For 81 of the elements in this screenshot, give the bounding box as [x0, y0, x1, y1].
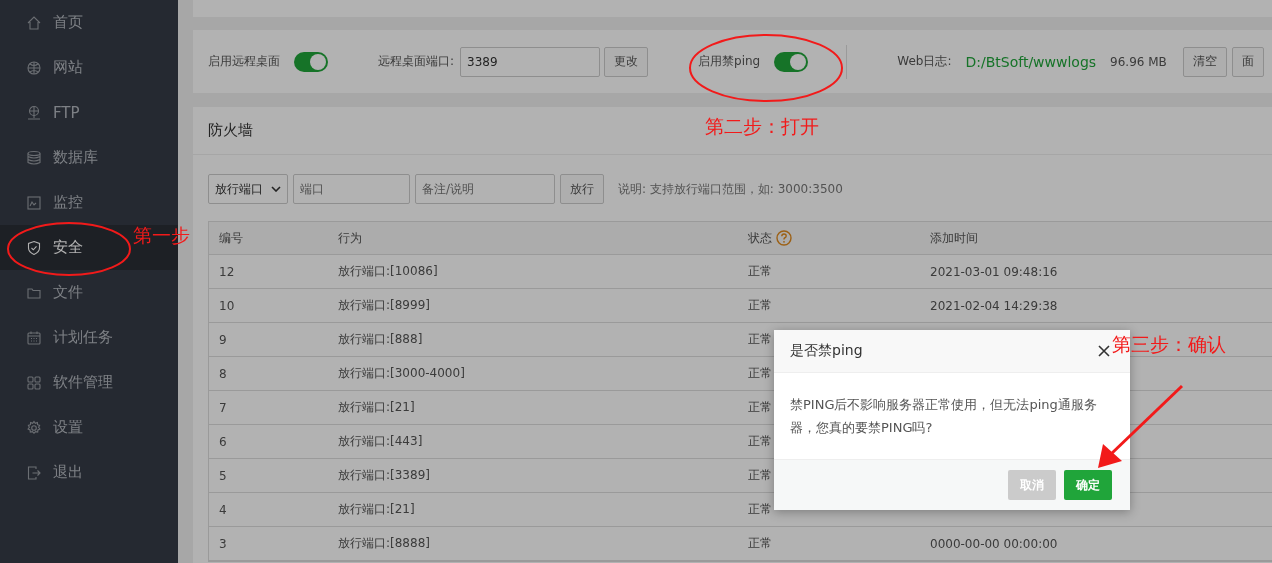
- table-cell: 放行端口:[10086]: [338, 263, 438, 280]
- column-header: 行为: [338, 229, 362, 247]
- change-button[interactable]: 更改: [604, 46, 649, 77]
- hint-text: 说明: 支持放行端口范围，如: 3000:3500: [618, 180, 843, 198]
- table-cell: 正常: [748, 365, 772, 382]
- sidebar-item[interactable]: 文件: [26, 277, 83, 308]
- close-icon[interactable]: [1098, 345, 1110, 357]
- annotation-text: 第二步：打开: [705, 114, 819, 139]
- table-cell: 10: [219, 298, 235, 313]
- database-icon: [26, 149, 42, 166]
- table-cell: 3: [219, 536, 227, 551]
- table-cell: 正常: [748, 297, 772, 314]
- sidebar-item[interactable]: 首页: [26, 7, 83, 38]
- table-cell: 7: [219, 400, 227, 415]
- table-cell: 正常: [748, 263, 772, 280]
- table-cell: 正常: [748, 535, 772, 552]
- table-cell: 放行端口:[888]: [338, 331, 423, 348]
- sidebar-item[interactable]: 计划任务: [26, 322, 113, 353]
- setting-label: Web日志:: [897, 53, 952, 70]
- help-icon[interactable]: [776, 230, 792, 246]
- sidebar-item[interactable]: 数据库: [26, 142, 98, 173]
- setting-label: 远程桌面端口:: [378, 53, 455, 70]
- table-cell: 正常: [748, 501, 772, 518]
- setting-label: 启用禁ping: [698, 53, 761, 70]
- table-cell: 2021-03-01 09:48:16: [930, 264, 1058, 279]
- caret-icon: [271, 186, 281, 192]
- table-cell: 6: [219, 434, 227, 449]
- calendar-icon: [26, 329, 42, 346]
- dialog-title: 是否禁ping: [790, 342, 863, 360]
- table-cell: 8: [219, 366, 227, 381]
- log-path: D:/BtSoft/wwwlogs: [965, 53, 1097, 70]
- sidebar-item[interactable]: 监控: [26, 187, 83, 218]
- log-button[interactable]: 清空: [1182, 46, 1227, 77]
- table-cell: 放行端口:[21]: [338, 399, 415, 416]
- settings-icon: [26, 419, 42, 436]
- table-cell: 放行端口:[8888]: [338, 535, 430, 552]
- toggle-switch[interactable]: [294, 51, 328, 72]
- panel-title: 防火墙: [208, 121, 253, 140]
- table-cell: 放行端口:[443]: [338, 433, 423, 450]
- home-icon: [26, 14, 42, 31]
- log-button[interactable]: 面: [1231, 46, 1264, 77]
- table-cell: 正常: [748, 331, 772, 348]
- column-header: 状态: [748, 229, 772, 247]
- toggle-switch[interactable]: [774, 51, 809, 72]
- table-cell: 正常: [748, 399, 772, 416]
- sidebar-item[interactable]: 软件管理: [26, 367, 113, 398]
- log-size: 96.96 MB: [1110, 54, 1167, 69]
- allow-button[interactable]: 放行: [560, 174, 604, 204]
- table-cell: 放行端口:[3389]: [338, 467, 430, 484]
- sidebar-item[interactable]: 设置: [26, 412, 83, 443]
- port-field[interactable]: 端口: [293, 174, 410, 204]
- table-cell: 放行端口:[3000-4000]: [338, 365, 465, 382]
- type-select[interactable]: 放行端口: [208, 174, 288, 204]
- table-cell: 4: [219, 502, 227, 517]
- table-cell: 正常: [748, 433, 772, 450]
- shield-icon: [26, 239, 42, 256]
- logout-icon: [26, 464, 42, 481]
- sidebar-item[interactable]: 网站: [26, 52, 83, 83]
- table-cell: 2021-02-04 14:29:38: [930, 298, 1058, 313]
- table-cell: 正常: [748, 467, 772, 484]
- table-cell: 放行端口:[8999]: [338, 297, 430, 314]
- table-cell: 0000-00-00 00:00:00: [930, 536, 1058, 551]
- column-header: 添加时间: [930, 229, 978, 247]
- confirm-button[interactable]: 确定: [1064, 470, 1112, 500]
- note-field[interactable]: 备注/说明: [415, 174, 555, 204]
- table-cell: 12: [219, 264, 235, 279]
- port-field[interactable]: 3389: [460, 46, 601, 77]
- network-icon: [26, 104, 42, 121]
- sidebar-item[interactable]: FTP: [26, 97, 80, 128]
- annotation-text: 第三步：确认: [1112, 332, 1226, 357]
- sidebar-item[interactable]: 退出: [26, 457, 83, 488]
- column-header: 编号: [219, 229, 243, 247]
- chart-icon: [26, 194, 42, 211]
- table-cell: 放行端口:[21]: [338, 501, 415, 518]
- dialog-message: 禁PING后不影响服务器正常使用，但无法ping通服务器，您真的要禁PING吗?: [790, 396, 1098, 437]
- sidebar-item[interactable]: 安全: [26, 232, 83, 263]
- table-cell: 5: [219, 468, 227, 483]
- globe-icon: [26, 59, 42, 76]
- table-cell: 9: [219, 332, 227, 347]
- grid-icon: [26, 374, 42, 391]
- setting-label: 启用远程桌面: [208, 53, 280, 70]
